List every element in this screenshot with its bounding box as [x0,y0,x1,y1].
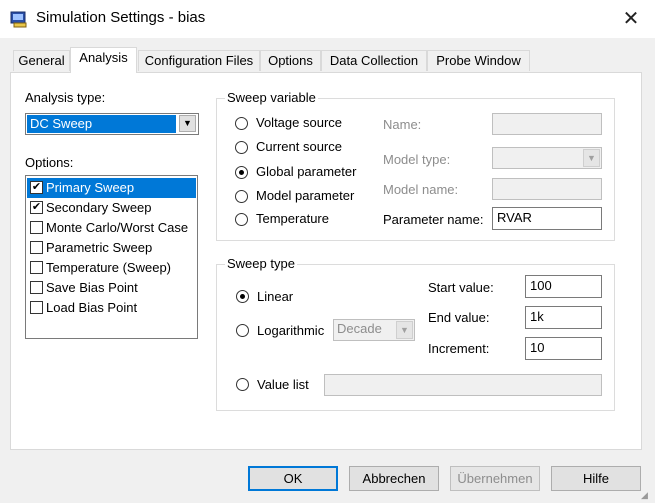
checkbox-icon[interactable] [30,261,43,274]
list-item-save-bias-point[interactable]: Save Bias Point [27,278,196,298]
model-name-input[interactable] [492,178,602,200]
list-item-temperature-sweep[interactable]: Temperature (Sweep) [27,258,196,278]
list-item-label: Secondary Sweep [46,200,152,215]
log-scale-value: Decade [337,321,382,336]
tab-analysis[interactable]: Analysis [70,47,137,73]
resize-grip-icon[interactable]: ◢ [641,489,653,501]
temperature-radio[interactable] [235,213,248,226]
list-item-primary-sweep[interactable]: ✔ Primary Sweep [27,178,196,198]
list-item-parametric-sweep[interactable]: Parametric Sweep [27,238,196,258]
apply-button[interactable]: Übernehmen [450,466,540,491]
list-item-label: Load Bias Point [46,300,138,315]
chevron-down-icon[interactable]: ▼ [179,115,196,132]
current-source-label: Current source [256,139,342,154]
increment-input[interactable]: 10 [525,337,602,360]
help-button[interactable]: Hilfe [551,466,641,491]
logarithmic-radio[interactable] [236,324,249,337]
chevron-down-icon[interactable]: ▼ [583,149,600,167]
name-input[interactable] [492,113,602,135]
linear-radio[interactable] [236,290,249,303]
checkbox-icon[interactable] [30,241,43,254]
list-item-monte-carlo[interactable]: Monte Carlo/Worst Case [27,218,196,238]
analysis-type-label: Analysis type: [25,90,106,105]
value-list-radio[interactable] [236,378,249,391]
window-title: Simulation Settings - bias [36,9,206,26]
value-list-input[interactable] [324,374,602,396]
app-icon [10,11,27,28]
increment-label: Increment: [428,341,490,356]
checkbox-icon[interactable] [30,281,43,294]
value-list-label: Value list [257,377,309,392]
model-parameter-label: Model parameter [256,188,355,203]
options-label: Options: [25,155,74,170]
start-value-input[interactable]: 100 [525,275,602,298]
chevron-down-icon[interactable]: ▼ [396,321,413,339]
current-source-radio[interactable] [235,141,248,154]
checkbox-checked-icon[interactable]: ✔ [30,181,43,194]
list-item-label: Primary Sweep [46,180,135,195]
checkbox-checked-icon[interactable]: ✔ [30,201,43,214]
tab-data-collection[interactable]: Data Collection [321,50,427,71]
list-item-label: Temperature (Sweep) [46,260,171,275]
end-value-label: End value: [428,310,490,325]
linear-label: Linear [257,289,294,304]
sweep-variable-title: Sweep variable [225,90,318,105]
tab-probe-window[interactable]: Probe Window [427,50,530,71]
cancel-button[interactable]: Abbrechen [349,466,439,491]
parameter-name-label: Parameter name: [383,212,484,227]
voltage-source-label: Voltage source [256,115,343,130]
checkbox-icon[interactable] [30,301,43,314]
start-value-label: Start value: [428,280,494,295]
list-item-label: Save Bias Point [46,280,138,295]
list-item-secondary-sweep[interactable]: ✔ Secondary Sweep [27,198,196,218]
global-parameter-label: Global parameter [256,164,357,179]
global-parameter-radio[interactable] [235,166,248,179]
analysis-type-value: DC Sweep [27,115,176,133]
list-item-label: Monte Carlo/Worst Case [46,220,189,235]
sweep-type-title: Sweep type [225,256,297,271]
name-label: Name: [383,117,422,132]
log-scale-select[interactable]: Decade ▼ [333,319,415,341]
tab-general[interactable]: General [13,50,70,71]
checkbox-icon[interactable] [30,221,43,234]
voltage-source-radio[interactable] [235,117,248,130]
model-type-label: Model type: [383,152,451,167]
list-item-label: Parametric Sweep [46,240,153,255]
model-parameter-radio[interactable] [235,190,248,203]
temperature-label: Temperature [256,211,329,226]
tab-configuration-files[interactable]: Configuration Files [138,50,260,71]
model-type-select[interactable]: ▼ [492,147,602,169]
analysis-type-select[interactable]: DC Sweep ▼ [25,113,199,135]
options-list[interactable]: ✔ Primary Sweep ✔ Secondary Sweep Monte … [25,175,198,339]
parameter-name-input[interactable]: RVAR [492,207,602,230]
tab-options[interactable]: Options [260,50,321,71]
end-value-input[interactable]: 1k [525,306,602,329]
ok-button[interactable]: OK [248,466,338,491]
logarithmic-label: Logarithmic [257,323,325,338]
list-item-load-bias-point[interactable]: Load Bias Point [27,298,196,318]
close-icon[interactable]: ✕ [620,8,642,30]
model-name-label: Model name: [383,182,459,197]
